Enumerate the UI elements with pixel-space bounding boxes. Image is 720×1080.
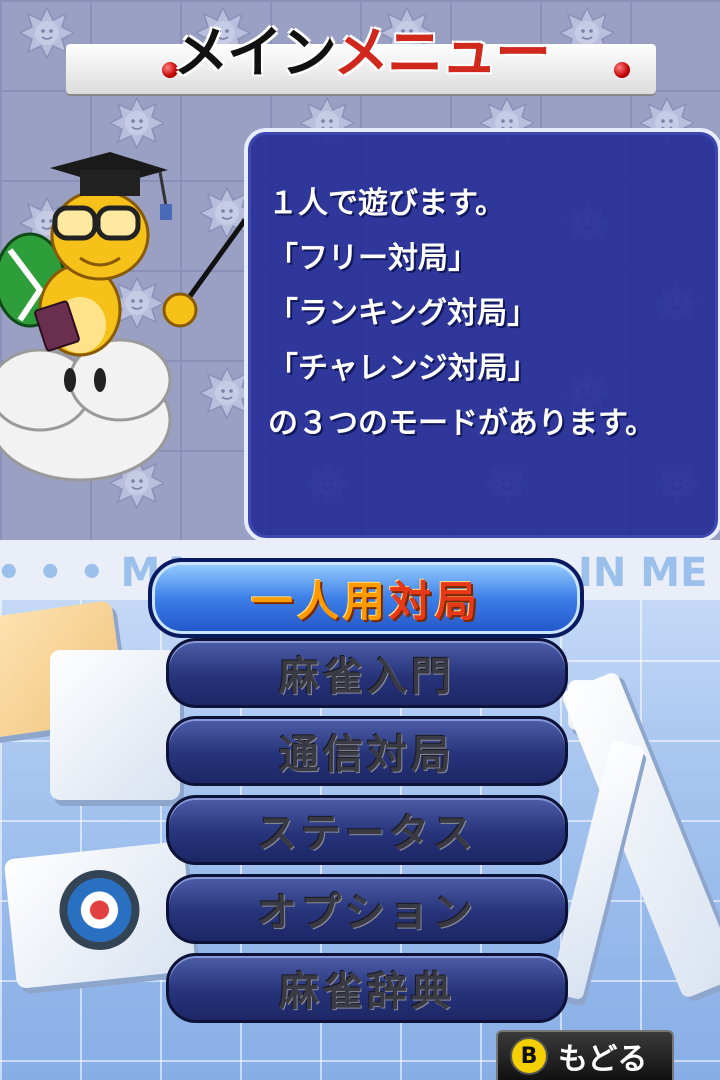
info-line: の３つのモードがあります。 — [268, 406, 655, 441]
menu-item-label-part1: 一人用 — [250, 576, 389, 626]
menu-item-wireless-match[interactable]: 通信対局 — [166, 716, 568, 786]
bottom-screen: • • • MA IN ME 一人用 対局 麻雀入門 通信対局 ステータス オプシ… — [0, 540, 720, 1080]
menu-item-mahjong-dictionary[interactable]: 麻雀辞典 — [166, 953, 568, 1023]
info-line: 「チャレンジ対局」 — [268, 351, 538, 386]
b-button-icon: B — [510, 1037, 548, 1075]
title-part-menu: メニュー — [333, 21, 551, 86]
menu-item-single-player[interactable]: 一人用 対局 — [148, 558, 584, 638]
info-line: 「フリー対局」 — [268, 241, 478, 276]
info-line: １人で遊びます。 — [268, 186, 505, 221]
top-screen: メインメニュー １人で遊びます。 「フリー対局」 「ランキング対局」 「チャレン… — [0, 0, 720, 542]
title-part-main: メイン — [172, 21, 335, 86]
menu-item-options[interactable]: オプション — [166, 874, 568, 944]
title-banner: メインメニュー — [66, 24, 656, 94]
game-screen: メインメニュー １人で遊びます。 「フリー対局」 「ランキング対局」 「チャレン… — [0, 0, 720, 1080]
koopa-teacher-on-cloud-icon — [0, 152, 248, 482]
mode-description-text: １人で遊びます。 「フリー対局」 「ランキング対局」 「チャレンジ対局」 の３つ… — [268, 176, 655, 451]
menu-item-label-part2: 対局 — [389, 576, 482, 626]
mode-description-box: １人で遊びます。 「フリー対局」 「ランキング対局」 「チャレンジ対局」 の３つ… — [244, 128, 720, 542]
main-menu-list: 一人用 対局 麻雀入門 通信対局 ステータス オプション 麻雀辞典 — [0, 540, 720, 1080]
menu-item-status[interactable]: ステータス — [166, 795, 568, 865]
menu-item-mahjong-intro[interactable]: 麻雀入門 — [166, 638, 568, 708]
back-button-label: もどる — [558, 1042, 648, 1077]
back-button[interactable]: B もどる — [496, 1030, 674, 1080]
page-title: メインメニュー — [66, 24, 656, 84]
info-line: 「ランキング対局」 — [268, 296, 538, 331]
